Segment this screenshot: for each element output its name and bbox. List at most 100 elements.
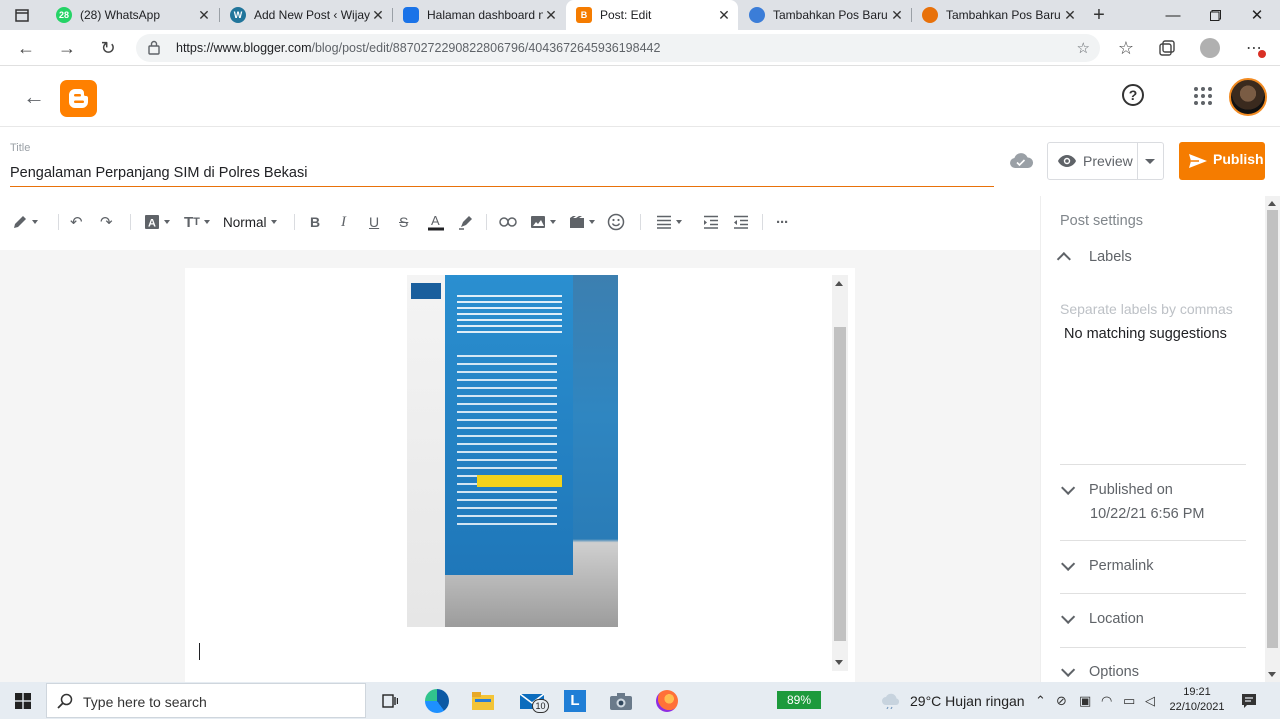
pencil-mode-icon[interactable] bbox=[12, 212, 38, 232]
tab-label: Tambahkan Pos Baru bbox=[773, 8, 888, 22]
google-apps-icon[interactable] bbox=[1194, 87, 1212, 105]
edge-icon[interactable] bbox=[420, 682, 454, 719]
clock[interactable]: 19:21 22/10/2021 bbox=[1162, 685, 1232, 715]
labels-input[interactable]: Separate labels by commas bbox=[1060, 301, 1233, 317]
taskbar-search-input[interactable]: Type here to search bbox=[46, 683, 366, 718]
strikethrough-icon[interactable]: S bbox=[399, 212, 408, 232]
scroll-up-icon[interactable] bbox=[1268, 201, 1276, 206]
close-icon[interactable]: ✕ bbox=[196, 7, 212, 24]
font-size-icon[interactable]: TT bbox=[184, 212, 210, 232]
task-view-icon[interactable] bbox=[376, 682, 404, 719]
maximize-icon[interactable] bbox=[1192, 0, 1238, 30]
scroll-thumb[interactable] bbox=[1267, 210, 1278, 648]
outdent-icon[interactable] bbox=[733, 212, 749, 232]
favorites-icon[interactable]: ☆ bbox=[1112, 34, 1140, 62]
chevron-up-icon[interactable]: ⌃ bbox=[1035, 693, 1046, 709]
close-icon[interactable]: ✕ bbox=[889, 7, 905, 24]
labels-section-toggle[interactable]: Labels bbox=[1056, 249, 1132, 267]
weather-icon[interactable] bbox=[880, 682, 902, 719]
battery-icon[interactable]: ▭ bbox=[1123, 693, 1135, 709]
tab-dashboard[interactable]: Halaman dashboard n ✕ bbox=[393, 0, 565, 30]
volume-icon[interactable]: ◁ bbox=[1145, 693, 1155, 709]
location-section-toggle[interactable]: Location bbox=[1061, 609, 1144, 627]
post-image[interactable] bbox=[407, 275, 618, 627]
window-close-icon[interactable]: ✕ bbox=[1234, 0, 1280, 30]
emoji-icon[interactable] bbox=[607, 212, 625, 232]
settings-scrollbar[interactable] bbox=[1265, 196, 1280, 682]
insert-video-icon[interactable] bbox=[569, 212, 595, 232]
wordpress-icon: W bbox=[230, 7, 246, 23]
avatar[interactable] bbox=[1229, 78, 1267, 116]
file-explorer-icon[interactable] bbox=[466, 682, 500, 719]
weather-text[interactable]: 29°C Hujan ringan bbox=[910, 693, 1025, 709]
camera-icon[interactable] bbox=[604, 682, 638, 719]
reload-icon[interactable]: ↻ bbox=[94, 34, 122, 62]
more-options-icon[interactable]: ··· bbox=[776, 212, 789, 232]
editor-scrollbar[interactable] bbox=[832, 275, 848, 671]
redo-icon[interactable]: ↷ bbox=[100, 212, 113, 232]
tab-tambahkan-pos-2[interactable]: Tambahkan Pos Baru ✕ bbox=[912, 0, 1084, 30]
indent-icon[interactable] bbox=[703, 212, 719, 232]
scroll-up-icon[interactable] bbox=[835, 281, 843, 286]
scroll-thumb[interactable] bbox=[834, 327, 846, 641]
tab-post-edit[interactable]: B Post: Edit ✕ bbox=[566, 0, 738, 30]
battery-indicator[interactable]: 89% bbox=[777, 691, 821, 709]
firefox-icon[interactable] bbox=[650, 682, 684, 719]
settings-more-icon[interactable]: ⋯ bbox=[1240, 34, 1268, 62]
back-arrow-icon[interactable]: ← bbox=[22, 84, 46, 109]
post-title-input[interactable] bbox=[10, 160, 994, 187]
image-left-banner-text bbox=[411, 283, 441, 299]
italic-icon[interactable]: I bbox=[341, 212, 346, 232]
profile-icon[interactable] bbox=[1196, 34, 1224, 62]
text-color-icon[interactable]: A bbox=[427, 212, 445, 232]
app-l-icon[interactable]: L bbox=[560, 682, 590, 719]
undo-icon[interactable]: ↶ bbox=[70, 212, 83, 232]
windows-start-icon[interactable] bbox=[0, 682, 46, 719]
notifications-icon[interactable] bbox=[1236, 682, 1262, 719]
tab-label: (28) WhatsApp bbox=[80, 8, 161, 22]
tab-actions-icon[interactable] bbox=[8, 0, 36, 30]
mail-icon[interactable]: 10 bbox=[512, 682, 552, 719]
highlight-icon[interactable] bbox=[458, 212, 474, 232]
minimize-icon[interactable]: — bbox=[1150, 0, 1196, 30]
tab-whatsapp[interactable]: 28 (28) WhatsApp ✕ bbox=[46, 0, 218, 30]
publish-label: Publish bbox=[1213, 151, 1264, 167]
network-off-icon[interactable]: ⊘ bbox=[1056, 693, 1067, 709]
wifi-icon[interactable]: ◠ bbox=[1101, 693, 1112, 709]
close-icon[interactable]: ✕ bbox=[543, 7, 559, 24]
collections-icon[interactable] bbox=[1153, 34, 1181, 62]
options-section-toggle[interactable]: Options bbox=[1061, 662, 1139, 680]
display-icon[interactable]: ▣ bbox=[1079, 693, 1091, 709]
published-section-toggle[interactable]: Published on bbox=[1061, 480, 1173, 498]
new-tab-icon[interactable]: + bbox=[1086, 0, 1112, 30]
eye-icon bbox=[1057, 154, 1077, 173]
close-icon[interactable]: ✕ bbox=[1062, 7, 1078, 24]
address-bar[interactable]: https://www.blogger.com/blog/post/edit/8… bbox=[136, 34, 1100, 62]
image-banner-highlight bbox=[477, 475, 562, 487]
bold-icon[interactable]: B bbox=[310, 212, 320, 232]
preview-dropdown-icon[interactable] bbox=[1145, 159, 1155, 164]
help-icon[interactable]: ? bbox=[1122, 84, 1144, 106]
underline-icon[interactable]: U bbox=[369, 212, 379, 232]
paragraph-style-dropdown[interactable]: Normal bbox=[223, 212, 277, 232]
align-icon[interactable] bbox=[656, 212, 682, 232]
insert-image-icon[interactable] bbox=[530, 212, 556, 232]
permalink-section-toggle[interactable]: Permalink bbox=[1061, 556, 1153, 574]
preview-button[interactable]: Preview bbox=[1047, 142, 1164, 180]
forward-icon[interactable]: → bbox=[53, 34, 81, 62]
scroll-down-icon[interactable] bbox=[1268, 672, 1276, 677]
link-icon[interactable] bbox=[499, 212, 517, 232]
svg-text:A: A bbox=[148, 218, 156, 230]
back-icon[interactable]: ← bbox=[12, 34, 40, 62]
close-icon[interactable]: ✕ bbox=[370, 7, 386, 24]
publish-button[interactable]: Publish bbox=[1179, 142, 1265, 180]
add-favorite-icon[interactable]: ☆ bbox=[1077, 39, 1090, 57]
font-family-icon[interactable]: A bbox=[144, 212, 170, 232]
blogger-logo[interactable] bbox=[60, 80, 97, 117]
tab-wordpress[interactable]: W Add New Post ‹ Wijaya ✕ bbox=[220, 0, 392, 30]
scroll-down-icon[interactable] bbox=[835, 660, 843, 665]
close-icon[interactable]: ✕ bbox=[716, 7, 732, 24]
svg-text:A: A bbox=[431, 213, 440, 228]
blogger-icon: B bbox=[576, 7, 592, 23]
tab-tambahkan-pos-1[interactable]: Tambahkan Pos Baru ✕ bbox=[739, 0, 911, 30]
